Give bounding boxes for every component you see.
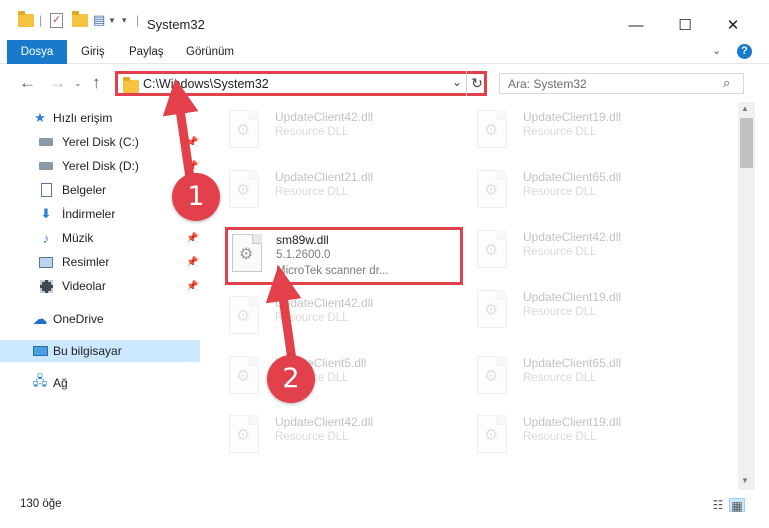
gear-icon: ⚙	[236, 368, 251, 385]
sidebar-item-quick-access[interactable]: ★ Hızlı erişim	[0, 107, 200, 129]
pin-icon[interactable]: 📌	[186, 137, 198, 148]
file-item[interactable]: ⚙ UpdateClient19.dll Resource DLL	[453, 407, 693, 463]
file-item[interactable]: ⚙ UpdateClient65.dll Resource DLL	[453, 348, 693, 404]
address-bar[interactable]: C:\Windows\System32 ⌄ ↻	[115, 71, 487, 96]
gear-icon: ⚙	[236, 427, 251, 444]
separator: |	[136, 13, 140, 27]
minimize-button[interactable]: —	[613, 12, 659, 38]
gear-icon: ⚙	[484, 427, 499, 444]
music-icon: ♪	[42, 230, 50, 246]
sidebar-item-disk-c[interactable]: Yerel Disk (C:) 📌	[0, 131, 200, 153]
gear-icon: ⚙	[484, 242, 499, 259]
scroll-up-icon[interactable]: ▲	[741, 104, 749, 113]
search-icon[interactable]: ⌕	[723, 75, 730, 91]
gear-icon: ⚙	[484, 368, 499, 385]
file-item[interactable]: ⚙ UpdateClient5.dll Resource DLL	[205, 348, 445, 404]
pin-icon[interactable]: 📌	[186, 233, 198, 244]
computer-icon	[32, 343, 48, 359]
pin-icon[interactable]: 📌	[186, 257, 198, 268]
gear-icon: ⚙	[236, 182, 251, 199]
file-list: ⚙ UpdateClient42.dll Resource DLL ⚙ Upda…	[205, 102, 738, 490]
window-title: System32	[147, 17, 205, 32]
file-item[interactable]: ⚙ UpdateClient19.dll Resource DLL	[453, 102, 693, 158]
separator: |	[39, 13, 43, 27]
folder-icon	[18, 10, 34, 30]
sidebar-item-onedrive[interactable]: ☁ OneDrive	[0, 308, 200, 330]
up-arrow-icon[interactable]: ↑	[92, 73, 101, 93]
close-button[interactable]: ✕	[710, 12, 756, 38]
file-item[interactable]: ⚙ UpdateClient42.dll Resource DLL	[205, 288, 445, 344]
back-arrow-icon[interactable]: ←	[19, 73, 36, 93]
drive-icon	[38, 158, 54, 174]
gear-icon: ⚙	[484, 302, 499, 319]
gear-icon: ⚙	[236, 308, 251, 325]
file-item[interactable]: ⚙ UpdateClient19.dll Resource DLL	[453, 282, 693, 338]
title-bar: | ✓ ▤ ▼ ▾ | System32 — ☐ ✕	[0, 0, 769, 40]
sidebar-item-videos[interactable]: Videolar 📌	[0, 275, 200, 297]
sidebar-item-music[interactable]: ♪ Müzik 📌	[0, 227, 200, 249]
sidebar-item-downloads[interactable]: ⬇ İndirmeler 📌	[0, 203, 200, 225]
tab-home[interactable]: Giriş	[81, 40, 105, 64]
ribbon-tabs: Dosya Giriş Paylaş Görünüm	[0, 40, 769, 64]
pictures-icon	[38, 254, 54, 270]
pin-icon[interactable]: 📌	[186, 281, 198, 292]
forward-arrow-icon[interactable]: →	[49, 73, 66, 93]
chevron-down-icon[interactable]: ▼	[108, 10, 116, 30]
pin-icon[interactable]: 📌	[186, 161, 198, 172]
sidebar-item-pictures[interactable]: Resimler 📌	[0, 251, 200, 273]
tab-file[interactable]: Dosya	[7, 40, 67, 64]
refresh-icon[interactable]: ↻	[466, 71, 487, 96]
address-path[interactable]: C:\Windows\System32	[143, 77, 269, 91]
file-item[interactable]: ⚙ UpdateClient42.dll Resource DLL	[205, 102, 445, 158]
gear-icon: ⚙	[239, 246, 254, 263]
recent-locations-icon[interactable]: ⌄	[74, 78, 82, 89]
star-icon: ★	[34, 110, 46, 125]
customize-toolbar-icon[interactable]: ▾	[122, 10, 127, 30]
help-icon[interactable]: ?	[737, 44, 752, 59]
search-box[interactable]: Ara: System32 ⌕	[499, 73, 744, 94]
file-item[interactable]: ⚙ UpdateClient21.dll Resource DLL	[205, 162, 445, 218]
tab-share[interactable]: Paylaş	[129, 40, 164, 64]
properties-icon[interactable]: ✓	[50, 10, 63, 30]
navigation-bar: ← → ⌄ ↑ C:\Windows\System32 ⌄ ↻ Ara: Sys…	[0, 64, 769, 102]
tiles-view-icon[interactable]: ▦	[729, 498, 745, 513]
file-item-highlighted[interactable]: ⚙ sm89w.dll 5.1.2600.0 MicroTek scanner …	[225, 227, 463, 285]
file-item[interactable]: ⚙ UpdateClient65.dll Resource DLL	[453, 162, 693, 218]
item-count: 130 öğe	[20, 498, 62, 510]
sidebar-item-documents[interactable]: Belgeler 📌	[0, 179, 200, 201]
cloud-icon: ☁	[32, 311, 48, 328]
step-2-badge: 2	[267, 355, 315, 403]
new-folder-icon[interactable]	[72, 10, 88, 30]
folder-icon	[123, 77, 139, 93]
tab-view[interactable]: Görünüm	[186, 40, 234, 64]
documents-icon	[38, 182, 54, 198]
sidebar-item-this-pc[interactable]: Bu bilgisayar	[0, 340, 200, 362]
navigation-pane: ★ Hızlı erişim Yerel Disk (C:) 📌 Yerel D…	[0, 102, 205, 490]
download-icon: ⬇	[40, 206, 52, 221]
videos-icon	[38, 278, 54, 294]
network-icon: 🖧	[32, 373, 48, 388]
status-bar: 130 öğe ☷ ▦	[0, 490, 769, 528]
step-1-badge: 1	[172, 173, 220, 221]
gear-icon: ⚙	[236, 122, 251, 139]
scroll-down-icon[interactable]: ▼	[741, 476, 749, 485]
maximize-button[interactable]: ☐	[662, 12, 708, 38]
vertical-scrollbar[interactable]: ▲ ▼	[738, 102, 755, 490]
drive-icon	[38, 134, 54, 150]
file-item[interactable]: ⚙ UpdateClient42.dll Resource DLL	[205, 407, 445, 463]
expand-ribbon-icon[interactable]: ⌄	[712, 44, 721, 57]
file-item[interactable]: ⚙ UpdateClient42.dll Resource DLL	[453, 222, 693, 278]
search-placeholder[interactable]: Ara: System32	[508, 77, 587, 91]
details-view-icon[interactable]: ☷	[710, 498, 726, 512]
sidebar-item-network[interactable]: 🖧 Ağ	[0, 372, 200, 394]
address-dropdown-icon[interactable]: ⌄	[452, 75, 462, 89]
sidebar-item-disk-d[interactable]: Yerel Disk (D:) 📌	[0, 155, 200, 177]
gear-icon: ⚙	[484, 182, 499, 199]
scroll-thumb[interactable]	[740, 118, 753, 168]
view-toggle-icon[interactable]: ▤	[93, 10, 105, 30]
gear-icon: ⚙	[484, 122, 499, 139]
